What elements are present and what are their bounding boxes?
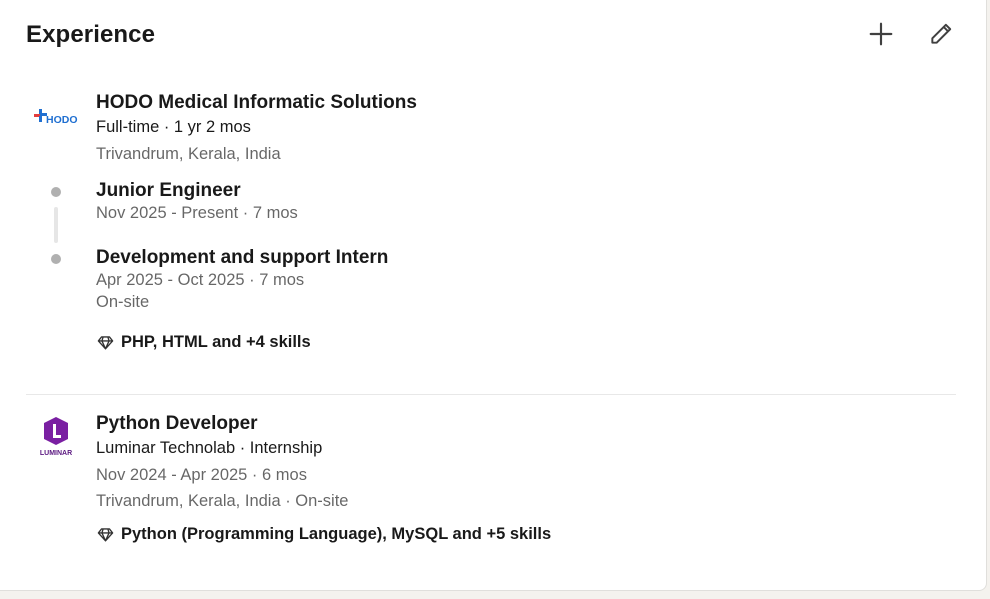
add-experience-button[interactable] xyxy=(861,14,901,54)
role-title[interactable]: Python Developer xyxy=(96,413,258,435)
timeline-dot xyxy=(51,254,61,264)
svg-text:LUMINAR: LUMINAR xyxy=(40,450,72,457)
divider xyxy=(26,394,956,395)
role-dates: Nov 2024 - Apr 2025 · 6 mos xyxy=(96,466,307,484)
timeline-line xyxy=(54,207,58,243)
role-title[interactable]: Development and support Intern xyxy=(96,247,388,269)
role-workplace: On-site xyxy=(96,293,150,311)
diamond-icon xyxy=(97,528,114,542)
skills-label: PHP, HTML and +4 skills xyxy=(121,333,311,351)
timeline-dot xyxy=(51,187,61,197)
company-name-hodo[interactable]: HODO Medical Informatic Solutions xyxy=(96,92,417,114)
role-dates: Nov 2025 - Present · 7 mos xyxy=(96,204,298,222)
experience-card: Experience HODO HODO Medical Informatic … xyxy=(0,0,987,591)
diamond-icon xyxy=(97,336,114,350)
pencil-icon xyxy=(931,23,952,44)
skills-label: Python (Programming Language), MySQL and… xyxy=(121,525,552,543)
skills-link[interactable]: PHP, HTML and +4 skills xyxy=(96,333,311,352)
role-dates: Apr 2025 - Oct 2025 · 7 mos xyxy=(96,271,305,289)
company-location: Trivandrum, Kerala, India xyxy=(96,145,281,163)
luminar-company-logo[interactable]: LUMINAR xyxy=(32,413,80,461)
plus-icon xyxy=(869,22,893,46)
employment-summary: Full-time · 1 yr 2 mos xyxy=(96,118,251,136)
hodo-company-logo[interactable]: HODO xyxy=(32,95,80,143)
role-title[interactable]: Junior Engineer xyxy=(96,180,241,202)
skills-link[interactable]: Python (Programming Language), MySQL and… xyxy=(96,525,551,544)
section-title: Experience xyxy=(26,21,156,48)
company-employment: Luminar Technolab · Internship xyxy=(96,439,323,457)
edit-experience-button[interactable] xyxy=(921,14,961,54)
role-location: Trivandrum, Kerala, India · On-site xyxy=(96,492,349,510)
svg-text:HODO: HODO xyxy=(46,114,78,126)
